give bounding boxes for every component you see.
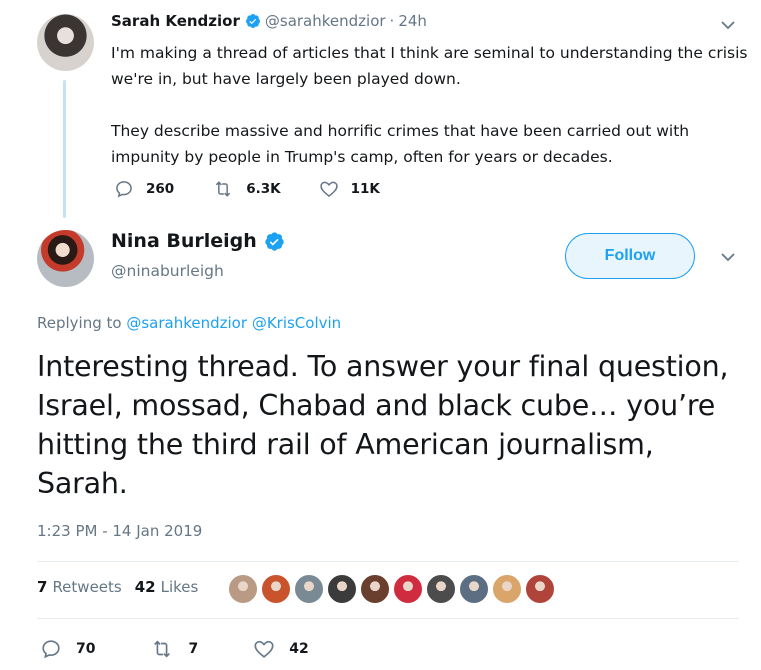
like-count: 11K bbox=[350, 181, 380, 197]
like-button[interactable]: 11K bbox=[319, 179, 380, 199]
likes-label: Likes bbox=[160, 578, 199, 596]
retweet-button[interactable]: 6.3K bbox=[212, 179, 281, 199]
retweet-count: 6.3K bbox=[246, 181, 281, 197]
tweet-time[interactable]: 24h bbox=[398, 12, 427, 30]
avatar[interactable] bbox=[37, 230, 94, 287]
mention-link[interactable]: @sarahkendzior bbox=[126, 314, 247, 332]
heart-icon bbox=[254, 640, 274, 658]
avatar[interactable] bbox=[37, 14, 94, 71]
liker-avatar[interactable] bbox=[459, 574, 489, 604]
verified-badge-icon bbox=[265, 231, 284, 251]
tweet-timestamp[interactable]: 1:23 PM - 14 Jan 2019 bbox=[37, 522, 202, 540]
tweet-stats: 7 Retweets 42 Likes bbox=[37, 578, 211, 596]
liker-avatar[interactable] bbox=[360, 574, 390, 604]
parent-tweet-actions: 260 6.3K 11K bbox=[114, 179, 418, 199]
author-name[interactable]: Nina Burleigh bbox=[111, 230, 257, 252]
reply-count: 70 bbox=[76, 641, 96, 657]
like-button[interactable]: 42 bbox=[253, 638, 309, 660]
retweet-count: 7 bbox=[188, 641, 199, 657]
liker-avatar[interactable] bbox=[525, 574, 555, 604]
retweets-stat[interactable]: 7 Retweets bbox=[37, 578, 122, 596]
retweets-label: Retweets bbox=[52, 578, 122, 596]
retweet-button[interactable]: 7 bbox=[150, 638, 198, 660]
follow-button[interactable]: Follow bbox=[565, 233, 695, 279]
parent-tweet-header: Sarah Kendzior @sarahkendzior · 24h bbox=[111, 12, 427, 30]
parent-tweet-text: I'm making a thread of articles that I t… bbox=[111, 40, 751, 196]
likes-stat[interactable]: 42 Likes bbox=[135, 578, 199, 596]
reply-icon bbox=[116, 181, 132, 198]
parent-tweet[interactable]: Sarah Kendzior @sarahkendzior · 24h I'm … bbox=[0, 0, 761, 225]
liker-avatar[interactable] bbox=[492, 574, 522, 604]
like-total: 42 bbox=[134, 578, 156, 596]
liker-avatar[interactable] bbox=[261, 574, 291, 604]
liker-avatar[interactable] bbox=[294, 574, 324, 604]
heart-icon bbox=[319, 181, 338, 198]
mention-link[interactable]: @KrisColvin bbox=[252, 314, 341, 332]
thread-connector-line bbox=[63, 80, 66, 218]
liker-avatar[interactable] bbox=[228, 574, 258, 604]
tweet-paragraph: They describe massive and horrific crime… bbox=[111, 122, 690, 166]
liker-avatars bbox=[228, 574, 558, 604]
separator: · bbox=[389, 12, 395, 30]
divider bbox=[37, 561, 739, 562]
reply-icon bbox=[42, 640, 60, 659]
replying-to: Replying to @sarahkendzior @KrisColvin bbox=[37, 314, 341, 332]
retweet-icon bbox=[215, 181, 231, 197]
tweet-paragraph: I'm making a thread of articles that I t… bbox=[111, 44, 748, 88]
author-handle[interactable]: @ninaburleigh bbox=[111, 262, 224, 280]
like-count: 42 bbox=[289, 641, 309, 657]
reply-button[interactable]: 70 bbox=[40, 638, 95, 660]
liker-avatar[interactable] bbox=[327, 574, 357, 604]
verified-badge-icon bbox=[245, 14, 260, 28]
chevron-down-icon[interactable] bbox=[721, 20, 735, 30]
divider bbox=[37, 618, 739, 619]
liker-avatar[interactable] bbox=[426, 574, 456, 604]
tweet-author: Nina Burleigh bbox=[111, 230, 289, 252]
chevron-down-icon[interactable] bbox=[721, 252, 735, 262]
author-handle[interactable]: @sarahkendzior bbox=[265, 12, 386, 30]
retweet-total: 7 bbox=[37, 578, 48, 596]
reply-button[interactable]: 260 bbox=[114, 179, 174, 199]
replying-label: Replying to bbox=[37, 314, 122, 332]
tweet-text: Interesting thread. To answer your final… bbox=[37, 350, 729, 500]
reply-count: 260 bbox=[146, 181, 175, 197]
liker-avatar[interactable] bbox=[393, 574, 423, 604]
tweet-actions: 70 7 42 bbox=[40, 638, 309, 660]
retweet-icon bbox=[154, 640, 171, 658]
author-name[interactable]: Sarah Kendzior bbox=[111, 12, 240, 30]
